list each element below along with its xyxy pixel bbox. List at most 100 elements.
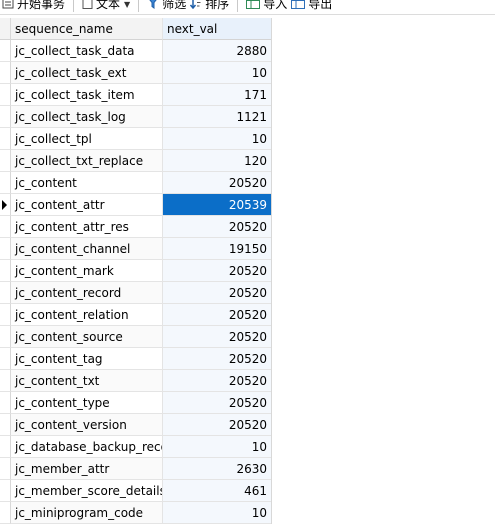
begin-transaction-button[interactable]: 开始事务 [0,0,67,14]
row-indicator[interactable] [0,392,11,414]
row-indicator[interactable] [0,194,11,216]
row-indicator[interactable] [0,348,11,370]
export-button[interactable]: 导出 [289,0,334,14]
cell-next-val[interactable]: 10 [163,62,271,84]
row-indicator[interactable] [0,370,11,392]
cell-next-val[interactable]: 20520 [163,348,271,370]
cell-next-val[interactable]: 19150 [163,238,271,260]
cell-next-val[interactable]: 20520 [163,370,271,392]
cell-next-val[interactable]: 20520 [163,216,271,238]
sort-button[interactable]: 排序 [188,0,231,14]
cell-sequence-name[interactable]: jc_collect_tpl [11,128,163,150]
export-label: 导出 [308,0,333,11]
cell-next-val[interactable]: 1121 [163,106,271,128]
row-indicator[interactable] [0,238,11,260]
cell-sequence-name[interactable]: jc_miniprogram_code [11,502,163,524]
sort-label: 排序 [205,0,230,11]
table-row[interactable]: jc_content 20520 [0,172,271,194]
table-row[interactable]: jc_content_channel 19150 [0,238,271,260]
table-row[interactable]: jc_content_version 20520 [0,414,271,436]
row-indicator[interactable] [0,106,11,128]
table-row[interactable]: jc_content_source 20520 [0,326,271,348]
cell-sequence-name[interactable]: jc_content_tag [11,348,163,370]
row-indicator[interactable] [0,436,11,458]
cell-sequence-name[interactable]: jc_collect_task_ext [11,62,163,84]
cell-sequence-name[interactable]: jc_content_attr_res [11,216,163,238]
table-row[interactable]: jc_collect_task_item 171 [0,84,271,106]
column-header-next-val[interactable]: next_val [163,18,271,40]
row-indicator[interactable] [0,172,11,194]
import-button[interactable]: 导入 [244,0,289,14]
cell-sequence-name[interactable]: jc_content_channel [11,238,163,260]
toolbar-divider [73,0,75,12]
table-row[interactable]: jc_collect_txt_replace 120 [0,150,271,172]
table-row[interactable]: jc_content_tag 20520 [0,348,271,370]
row-indicator[interactable] [0,458,11,480]
cell-sequence-name[interactable]: jc_content_source [11,326,163,348]
cell-next-val[interactable]: 10 [163,502,271,524]
cell-next-val[interactable]: 10 [163,436,271,458]
cell-sequence-name[interactable]: jc_collect_task_data [11,40,163,62]
table-row[interactable]: jc_database_backup_reco 10 [0,436,271,458]
row-indicator[interactable] [0,414,11,436]
table-row[interactable]: jc_collect_tpl 10 [0,128,271,150]
row-indicator[interactable] [0,480,11,502]
cell-next-val[interactable]: 20520 [163,414,271,436]
cell-next-val[interactable]: 461 [163,480,271,502]
row-indicator[interactable] [0,502,11,524]
row-indicator[interactable] [0,326,11,348]
cell-sequence-name[interactable]: jc_collect_task_log [11,106,163,128]
cell-sequence-name[interactable]: jc_content_version [11,414,163,436]
cell-next-val[interactable]: 20520 [163,304,271,326]
row-indicator[interactable] [0,40,11,62]
row-indicator[interactable] [0,260,11,282]
cell-sequence-name[interactable]: jc_content_relation [11,304,163,326]
table-row[interactable]: jc_content_attr 20539 [0,194,271,216]
text-button[interactable]: 文本 ▼ [80,0,132,14]
cell-sequence-name[interactable]: jc_member_score_details [11,480,163,502]
cell-next-val[interactable]: 171 [163,84,271,106]
table-row[interactable]: jc_content_record 20520 [0,282,271,304]
table-row[interactable]: jc_miniprogram_code 10 [0,502,271,524]
cell-sequence-name[interactable]: jc_database_backup_reco [11,436,163,458]
cell-sequence-name[interactable]: jc_content_record [11,282,163,304]
table-row[interactable]: jc_content_type 20520 [0,392,271,414]
cell-next-val[interactable]: 120 [163,150,271,172]
table-row[interactable]: jc_collect_task_log 1121 [0,106,271,128]
cell-next-val[interactable]: 20520 [163,392,271,414]
cell-next-val[interactable]: 2630 [163,458,271,480]
cell-sequence-name[interactable]: jc_content [11,172,163,194]
cell-sequence-name[interactable]: jc_collect_task_item [11,84,163,106]
cell-sequence-name[interactable]: jc_content_type [11,392,163,414]
cell-sequence-name[interactable]: jc_member_attr [11,458,163,480]
table-row[interactable]: jc_collect_task_data 2880 [0,40,271,62]
cell-sequence-name[interactable]: jc_collect_txt_replace [11,150,163,172]
row-indicator[interactable] [0,216,11,238]
cell-sequence-name[interactable]: jc_content_mark [11,260,163,282]
cell-sequence-name[interactable]: jc_content_txt [11,370,163,392]
cell-next-val[interactable]: 2880 [163,40,271,62]
row-indicator[interactable] [0,128,11,150]
cell-next-val[interactable]: 20520 [163,172,271,194]
row-indicator[interactable] [0,62,11,84]
table-row[interactable]: jc_content_txt 20520 [0,370,271,392]
row-indicator[interactable] [0,304,11,326]
cell-next-val[interactable]: 20520 [163,282,271,304]
table-row[interactable]: jc_collect_task_ext 10 [0,62,271,84]
cell-next-val[interactable]: 20520 [163,326,271,348]
table-row[interactable]: jc_content_attr_res 20520 [0,216,271,238]
table-row[interactable]: jc_member_attr 2630 [0,458,271,480]
table-row[interactable]: jc_content_mark 20520 [0,260,271,282]
row-indicator[interactable] [0,282,11,304]
filter-button[interactable]: 筛选 [145,0,188,14]
row-indicator[interactable] [0,150,11,172]
column-header-sequence-name[interactable]: sequence_name [11,18,163,40]
table-row[interactable]: jc_member_score_details 461 [0,480,271,502]
table-row[interactable]: jc_content_relation 20520 [0,304,271,326]
cell-next-val[interactable]: 20539 [163,194,271,216]
cell-next-val[interactable]: 10 [163,128,271,150]
cell-next-val[interactable]: 20520 [163,260,271,282]
cell-sequence-name[interactable]: jc_content_attr [11,194,163,216]
grid-header: sequence_name next_val [0,18,271,40]
row-indicator[interactable] [0,84,11,106]
